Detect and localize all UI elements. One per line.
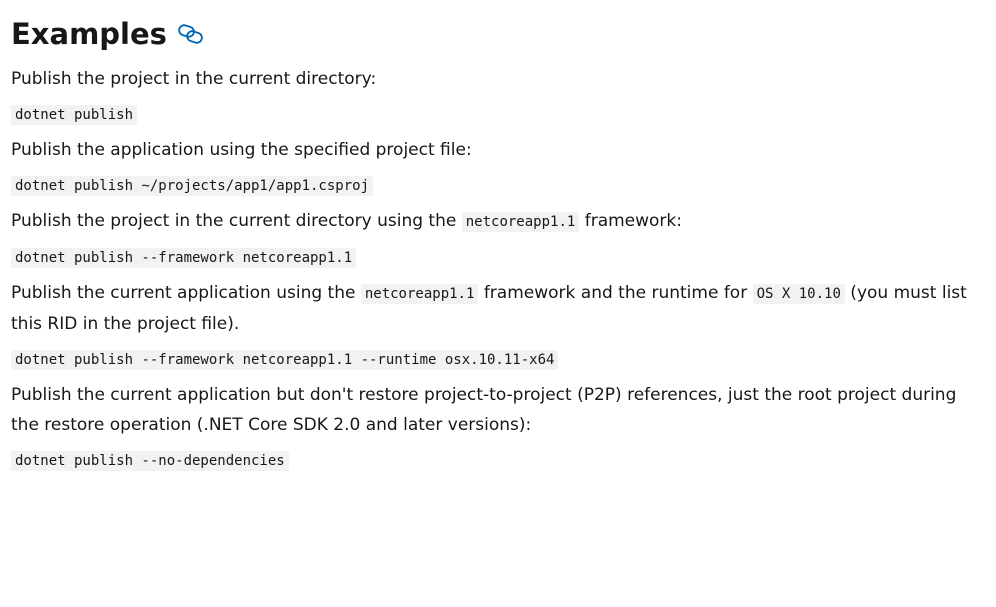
example-1-description: Publish the project in the current direc… [11,64,984,94]
example-2-code-block: dotnet publish ~/projects/app1/app1.cspr… [11,175,984,196]
example-4-inline-framework: netcoreapp1.1 [360,284,479,304]
example-2-command: dotnet publish ~/projects/app1/app1.cspr… [11,176,374,196]
example-1-code-block: dotnet publish [11,104,984,125]
example-3-inline-framework: netcoreapp1.1 [461,212,580,232]
example-5-text: Publish the current application but don'… [11,385,957,435]
example-3-text-a: Publish the project in the current direc… [11,211,462,231]
example-1-command: dotnet publish [11,105,138,125]
heading-text: Examples [11,17,167,51]
example-3-description: Publish the project in the current direc… [11,206,984,237]
example-4-description: Publish the current application using th… [11,278,984,339]
example-3-command: dotnet publish --framework netcoreapp1.1 [11,248,357,268]
example-4-text-a: Publish the current application using th… [11,283,361,303]
link-icon[interactable] [177,23,205,45]
example-4-text-b: framework and the runtime for [478,283,753,303]
example-4-command: dotnet publish --framework netcoreapp1.1… [11,350,559,370]
example-1-text: Publish the project in the current direc… [11,69,377,89]
example-4-code-block: dotnet publish --framework netcoreapp1.1… [11,349,984,370]
example-5-description: Publish the current application but don'… [11,380,984,440]
example-3-text-b: framework: [579,211,682,231]
example-5-code-block: dotnet publish --no-dependencies [11,450,984,471]
example-4-inline-os: OS X 10.10 [752,284,845,304]
section-heading: Examples [11,14,984,54]
example-5-command: dotnet publish --no-dependencies [11,451,289,471]
example-3-code-block: dotnet publish --framework netcoreapp1.1 [11,247,984,268]
example-2-description: Publish the application using the specif… [11,135,984,165]
example-2-text: Publish the application using the specif… [11,140,472,160]
article-content: Examples Publish the project in the curr… [0,0,996,471]
